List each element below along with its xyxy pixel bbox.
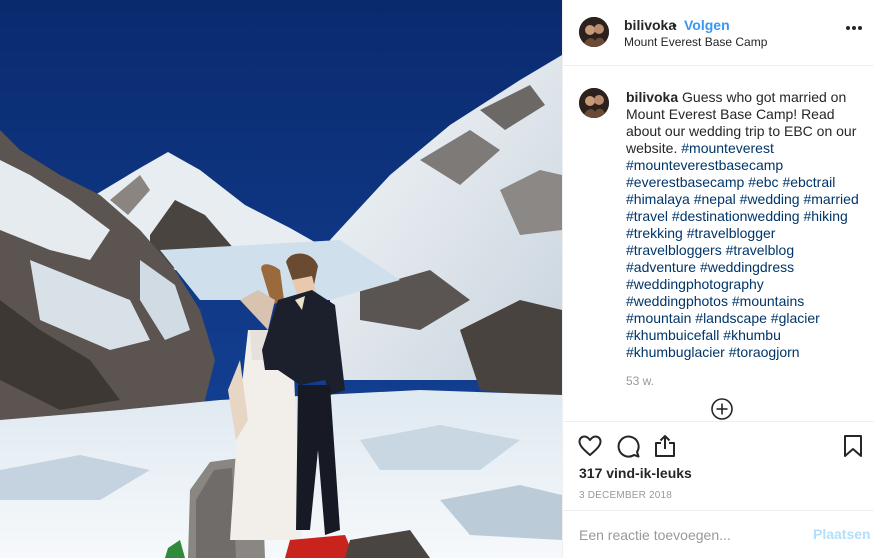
avatar[interactable] [579, 17, 609, 47]
hashtag-link[interactable]: #ebctrail [782, 174, 835, 190]
hashtag-link[interactable]: #destinationwedding [672, 208, 800, 224]
hashtag-link[interactable]: #mountains [732, 293, 804, 309]
post-caption: bilivoka Guess who got married on Mount … [626, 89, 862, 361]
hashtag-link[interactable]: #mountain [626, 310, 691, 326]
comment-icon[interactable] [615, 433, 641, 459]
hashtag-link[interactable]: #travelblog [726, 242, 795, 258]
bookmark-icon[interactable] [840, 433, 866, 459]
comment-input[interactable] [579, 525, 804, 545]
post-header: bilivoka • Volgen Mount Everest Base Cam… [563, 0, 874, 66]
hashtag-link[interactable]: #wedding [740, 191, 800, 207]
hashtag-link[interactable]: #khumbuicefall [626, 327, 719, 343]
post-comment-button[interactable]: Plaatsen [813, 526, 871, 542]
hashtag-link[interactable]: #himalaya [626, 191, 690, 207]
likes-count[interactable]: 317 vind-ik-leuks [579, 465, 692, 481]
load-more-comments-button[interactable] [711, 398, 733, 420]
hashtag-link[interactable]: #landscape [695, 310, 767, 326]
hashtag-link[interactable]: #toraogjorn [729, 344, 800, 360]
comment-form: Plaatsen [563, 510, 874, 558]
hashtag-link[interactable]: #hiking [803, 208, 847, 224]
post-date: 3 DECEMBER 2018 [579, 490, 673, 501]
more-options-icon[interactable] [846, 26, 862, 32]
post-sidebar: bilivoka • Volgen Mount Everest Base Cam… [562, 0, 874, 558]
separator-dot: • [672, 17, 677, 33]
hashtag-link[interactable]: #khumbuglacier [626, 344, 725, 360]
plus-circle-icon [711, 398, 733, 420]
hashtag-link[interactable]: #ebc [748, 174, 778, 190]
location-link[interactable]: Mount Everest Base Camp [624, 35, 767, 49]
post-age[interactable]: 53 w. [626, 374, 654, 388]
caption-username-link[interactable]: bilivoka [626, 89, 678, 105]
hashtag-link[interactable]: #travel [626, 208, 668, 224]
hashtag-link[interactable]: #adventure [626, 259, 696, 275]
post-actions: 317 vind-ik-leuks 3 DECEMBER 2018 [563, 421, 874, 510]
follow-button[interactable]: Volgen [684, 17, 730, 33]
hashtag-link[interactable]: #glacier [771, 310, 820, 326]
hashtag-list: #mounteverest #mounteverestbasecamp #eve… [626, 140, 859, 360]
hashtag-link[interactable]: #mounteverest [681, 140, 774, 156]
hashtag-link[interactable]: #weddingphotography [626, 276, 764, 292]
hashtag-link[interactable]: #married [803, 191, 858, 207]
hashtag-link[interactable]: #khumbu [723, 327, 781, 343]
post-photo[interactable] [0, 0, 562, 558]
avatar-icon [579, 17, 609, 47]
hashtag-link[interactable]: #nepal [694, 191, 736, 207]
hashtag-link[interactable]: #travelbloggers [626, 242, 722, 258]
username-link[interactable]: bilivoka [624, 17, 676, 33]
comments-section: bilivoka Guess who got married on Mount … [563, 67, 874, 421]
avatar-icon [579, 88, 609, 118]
hashtag-link[interactable]: #weddingdress [700, 259, 794, 275]
hashtag-link[interactable]: #everestbasecamp [626, 174, 744, 190]
hashtag-link[interactable]: #travelblogger [687, 225, 776, 241]
hashtag-link[interactable]: #trekking [626, 225, 683, 241]
share-icon[interactable] [652, 433, 678, 459]
hashtag-link[interactable]: #weddingphotos [626, 293, 728, 309]
avatar[interactable] [579, 88, 609, 118]
hashtag-link[interactable]: #mounteverestbasecamp [626, 157, 783, 173]
mountain-wedding-photo [0, 0, 562, 558]
heart-icon[interactable] [577, 433, 603, 459]
